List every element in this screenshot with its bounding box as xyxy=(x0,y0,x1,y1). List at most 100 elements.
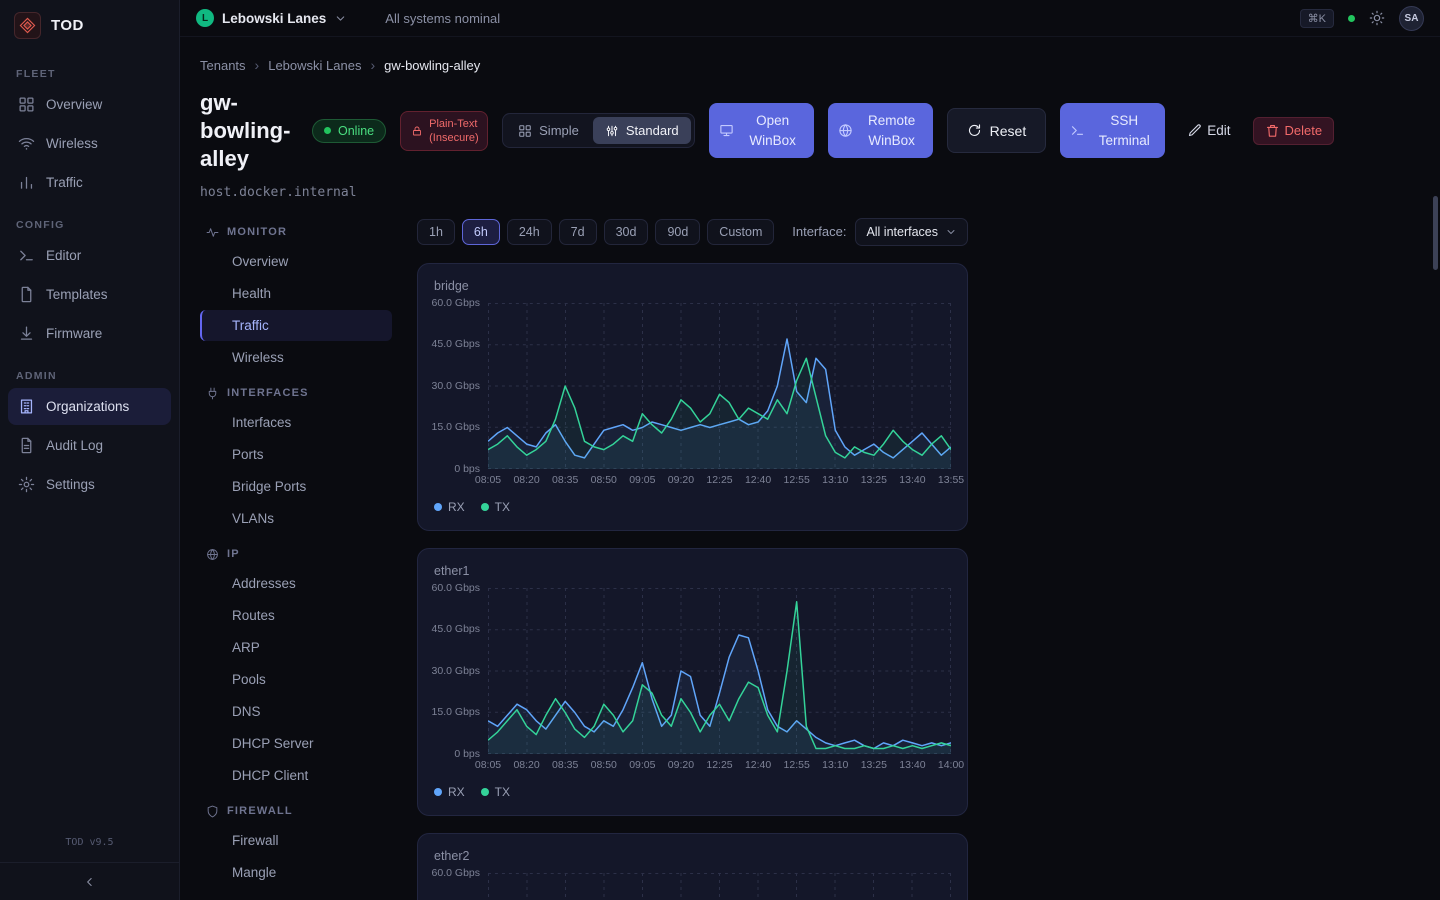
reset-label: Reset xyxy=(990,123,1027,139)
x-tick: 13:40 xyxy=(899,474,925,486)
file-icon xyxy=(18,286,35,303)
reset-button[interactable]: Reset xyxy=(947,108,1047,153)
delete-button[interactable]: Delete xyxy=(1253,117,1335,145)
range-custom[interactable]: Custom xyxy=(707,219,774,245)
edit-button[interactable]: Edit xyxy=(1179,116,1238,146)
chart-title: ether1 xyxy=(434,564,951,578)
range-7d[interactable]: 7d xyxy=(559,219,597,245)
globe-icon-wrap xyxy=(838,123,853,138)
tenant-selector[interactable]: L Lebowski Lanes xyxy=(196,9,347,27)
x-tick: 12:40 xyxy=(745,474,771,486)
sidebar-item-settings[interactable]: Settings xyxy=(8,466,171,503)
file-text-icon xyxy=(18,437,35,454)
range-30d[interactable]: 30d xyxy=(604,219,649,245)
sidebar-item-label: Audit Log xyxy=(46,438,103,453)
terminal-icon-wrap xyxy=(1070,123,1085,138)
subnav-item-interfaces[interactable]: Interfaces xyxy=(200,407,392,438)
subnav-item-dhcp-server[interactable]: DHCP Server xyxy=(200,728,392,759)
sidebar-item-organizations[interactable]: Organizations xyxy=(8,388,171,425)
subnav-item-overview[interactable]: Overview xyxy=(200,246,392,277)
sidebar-item-wireless[interactable]: Wireless xyxy=(8,125,171,162)
x-tick: 12:25 xyxy=(706,759,732,771)
subnav-item-arp[interactable]: ARP xyxy=(200,632,392,663)
device-title: gw-bowling-alley xyxy=(200,89,298,173)
scrollbar-thumb[interactable] xyxy=(1433,196,1438,270)
sun-icon xyxy=(1369,10,1385,26)
monitor-icon xyxy=(719,123,734,138)
globe-icon xyxy=(206,548,219,561)
breadcrumb-lebowski-lanes[interactable]: Lebowski Lanes xyxy=(268,58,361,73)
sidebar-item-traffic[interactable]: Traffic xyxy=(8,164,171,201)
remote-winbox-button[interactable]: Remote WinBox xyxy=(828,103,933,158)
chart-x-axis: 08:0508:2008:3508:5009:0509:2012:2512:40… xyxy=(488,469,951,486)
x-tick: 13:25 xyxy=(861,474,887,486)
subnav-item-health[interactable]: Health xyxy=(200,278,392,309)
y-tick: 60.0 Gbps xyxy=(432,297,480,309)
sidebar-item-overview[interactable]: Overview xyxy=(8,86,171,123)
subnav-section-label: IP xyxy=(227,548,240,560)
x-tick: 09:05 xyxy=(629,759,655,771)
breadcrumb-tenants[interactable]: Tenants xyxy=(200,58,246,73)
pulse-icon xyxy=(206,226,219,239)
y-tick: 15.0 Gbps xyxy=(432,706,480,718)
theme-toggle-button[interactable] xyxy=(1369,10,1385,26)
subnav-item-dns[interactable]: DNS xyxy=(200,696,392,727)
subnav-item-dhcp-client[interactable]: DHCP Client xyxy=(200,760,392,791)
subnav-item-bridge-ports[interactable]: Bridge Ports xyxy=(200,471,392,502)
range-90d[interactable]: 90d xyxy=(655,219,700,245)
x-tick: 13:25 xyxy=(861,759,887,771)
view-mode-simple[interactable]: Simple xyxy=(506,117,591,144)
command-palette-shortcut[interactable]: ⌘K xyxy=(1300,9,1334,28)
device-subnav: MONITOR OverviewHealthTrafficWireless INTE… xyxy=(200,212,392,889)
subnav-item-routes[interactable]: Routes xyxy=(200,600,392,631)
sidebar-collapse-button[interactable] xyxy=(0,862,179,900)
subnav-item-mangle[interactable]: Mangle xyxy=(200,857,392,888)
subnav-item-vlans[interactable]: VLANs xyxy=(200,503,392,534)
subnav-section-label: INTERFACES xyxy=(227,387,309,399)
legend-dot xyxy=(434,503,442,511)
tenant-avatar: L xyxy=(196,9,214,27)
interface-select[interactable]: All interfaces xyxy=(855,218,968,246)
trash-icon xyxy=(1265,123,1280,138)
ssh-terminal-label: SSH Terminal xyxy=(1093,111,1155,150)
open-winbox-button[interactable]: Open WinBox xyxy=(709,103,814,158)
range-1h[interactable]: 1h xyxy=(417,219,455,245)
sidebar-item-editor[interactable]: Editor xyxy=(8,237,171,274)
x-tick: 08:50 xyxy=(591,474,617,486)
chart-card-bridge: bridge0 bps15.0 Gbps30.0 Gbps45.0 Gbps60… xyxy=(417,263,968,531)
subnav-section-ip: IP xyxy=(206,548,392,561)
range-6h[interactable]: 6h xyxy=(462,219,500,245)
subnav-item-pools[interactable]: Pools xyxy=(200,664,392,695)
sidebar-item-firmware[interactable]: Firmware xyxy=(8,315,171,352)
x-tick: 12:55 xyxy=(784,759,810,771)
y-tick: 60.0 Gbps xyxy=(432,867,480,879)
subnav-item-wireless[interactable]: Wireless xyxy=(200,342,392,373)
breadcrumb: Tenants›Lebowski Lanes›gw-bowling-alley xyxy=(200,57,1416,73)
view-mode-standard[interactable]: Standard xyxy=(593,117,691,144)
sliders-icon xyxy=(605,124,619,138)
legend-dot xyxy=(434,788,442,796)
sidebar-item-audit-log[interactable]: Audit Log xyxy=(8,427,171,464)
subnav-item-addresses[interactable]: Addresses xyxy=(200,568,392,599)
trash-icon-wrap xyxy=(1265,123,1280,138)
grid-icon-wrap xyxy=(518,124,532,138)
sidebar-item-templates[interactable]: Templates xyxy=(8,276,171,313)
building-icon xyxy=(18,398,35,415)
x-tick: 08:50 xyxy=(591,759,617,771)
range-24h[interactable]: 24h xyxy=(507,219,552,245)
subnav-item-firewall[interactable]: Firewall xyxy=(200,825,392,856)
subnav-item-ports[interactable]: Ports xyxy=(200,439,392,470)
user-avatar[interactable]: SA xyxy=(1399,6,1424,31)
subnav-item-traffic[interactable]: Traffic xyxy=(200,310,392,341)
chevron-left-icon xyxy=(83,875,97,889)
monitor-icon-wrap xyxy=(719,123,734,138)
subnav-section-label: MONITOR xyxy=(227,226,287,238)
sidebar-item-label: Settings xyxy=(46,477,95,492)
sidebar-section-admin: ADMIN xyxy=(16,370,179,382)
ssh-terminal-button[interactable]: SSH Terminal xyxy=(1060,103,1165,158)
terminal-icon xyxy=(18,247,35,264)
chevron-down-icon-wrap xyxy=(334,12,347,25)
breadcrumb-separator-icon: › xyxy=(370,57,375,73)
chevron-down-icon-wrap xyxy=(945,226,957,238)
subnav-section-label: FIREWALL xyxy=(227,805,293,817)
